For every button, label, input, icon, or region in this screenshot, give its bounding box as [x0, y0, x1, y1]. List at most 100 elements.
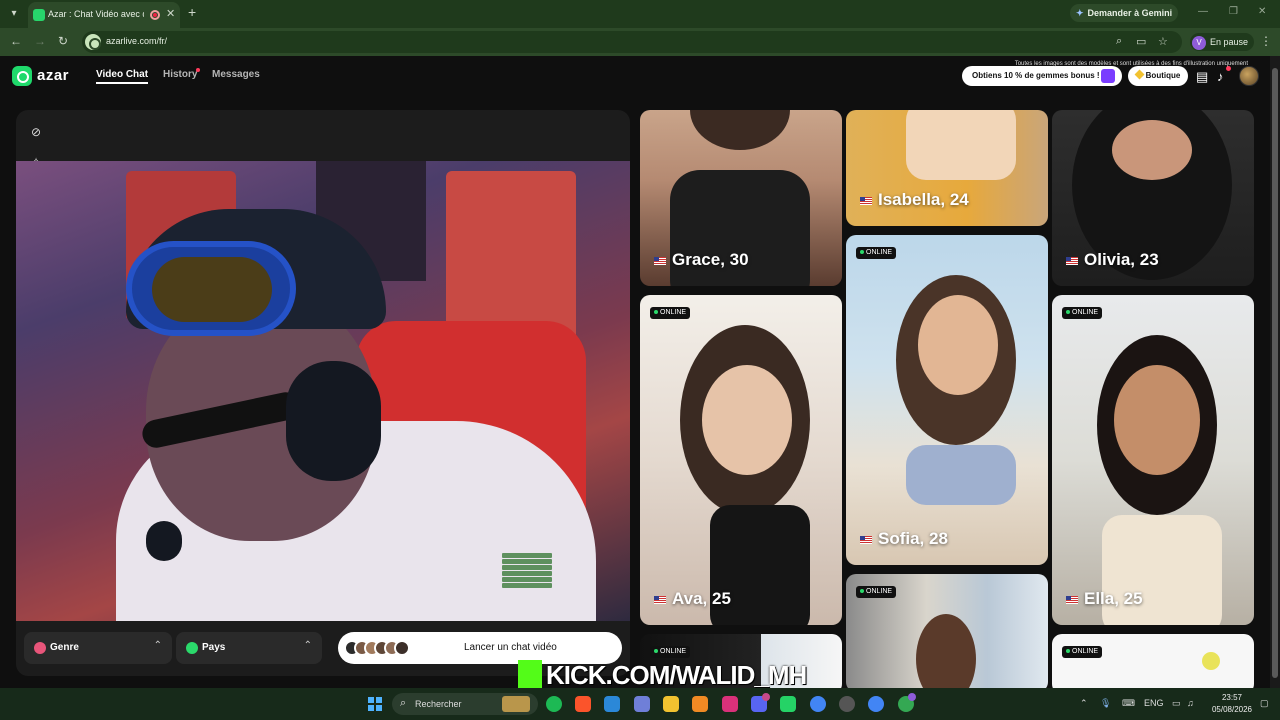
tab-search-icon[interactable]: ▾: [6, 6, 22, 22]
online-badge: ONLINE: [856, 586, 897, 598]
cast-icon[interactable]: ▭: [1136, 35, 1146, 48]
profile-card-next[interactable]: ONLINE: [1052, 634, 1254, 688]
zoom-icon[interactable]: ⌕: [1116, 35, 1122, 48]
camera-off-icon[interactable]: ⊘: [28, 124, 44, 140]
chat-line: [502, 559, 552, 564]
obs-icon[interactable]: [839, 696, 855, 712]
close-window-icon[interactable]: ✕: [1258, 6, 1266, 17]
spotify-icon[interactable]: [546, 696, 562, 712]
online-dot: [860, 589, 864, 594]
online-dot: [654, 649, 658, 654]
profile-name: Grace, 30: [654, 250, 749, 270]
user-avatar[interactable]: [1239, 66, 1259, 86]
windows-start-icon[interactable]: [368, 697, 382, 711]
azar-page: azar Video Chat History Messages Obtiens…: [0, 56, 1270, 688]
browser-menu-icon[interactable]: ⋮: [1260, 34, 1272, 48]
scroll-thumb[interactable]: [1272, 68, 1278, 678]
profile-card-olivia[interactable]: Olivia, 23: [1052, 110, 1254, 286]
chat-line: [502, 553, 552, 558]
us-flag-icon: [1066, 256, 1078, 265]
new-tab-icon[interactable]: +: [188, 4, 196, 20]
chrome-profile-icon[interactable]: [868, 696, 884, 712]
notification-icon[interactable]: ▢: [1260, 698, 1269, 709]
clock-date: 05/08/2026: [1211, 705, 1253, 714]
file-explorer-icon[interactable]: [663, 696, 679, 712]
profile-name: Olivia, 23: [1066, 250, 1159, 270]
nav-history[interactable]: History: [163, 69, 197, 80]
kick-url: KICK.COM/WALID_MH: [546, 660, 807, 690]
browser-tab[interactable]: Azar : Chat Vidéo avec de n ✕: [28, 2, 180, 28]
forward-icon[interactable]: →: [34, 34, 46, 48]
whatsapp-icon[interactable]: [780, 696, 796, 712]
taskbar-search[interactable]: ⌕ Rechercher: [392, 693, 538, 715]
azar-favicon-icon: [33, 9, 45, 21]
bookmark-star-icon[interactable]: ☆: [1158, 35, 1168, 48]
profile-card-ella[interactable]: ONLINE Ella, 25: [1052, 295, 1254, 625]
profile-button[interactable]: V En pause: [1190, 33, 1255, 51]
chrome-icon[interactable]: [810, 696, 826, 712]
chevron-up-icon: ⌃: [153, 640, 162, 651]
gemini-button[interactable]: ✦ Demander à Gemini: [1070, 4, 1179, 22]
kick-logo-icon: [518, 660, 542, 688]
profile-card-sofia[interactable]: ONLINE Sofia, 28: [846, 235, 1048, 565]
chat-line: [502, 577, 552, 582]
store-icon[interactable]: [634, 696, 650, 712]
tab-title: Azar : Chat Vidéo avec de n: [48, 9, 144, 19]
genre-filter[interactable]: Genre ⌃: [24, 632, 172, 664]
address-bar[interactable]: azarlive.com/fr/ ⌕ ▭ ☆: [82, 31, 1182, 53]
minimize-icon[interactable]: —: [1198, 6, 1208, 17]
clock-time: 23:57: [1221, 693, 1243, 702]
site-info-icon[interactable]: [85, 34, 101, 50]
brand-name: azar: [37, 67, 70, 84]
gem-icon: [1134, 69, 1145, 80]
close-tab-icon[interactable]: ✕: [166, 7, 175, 20]
us-flag-icon: [860, 196, 872, 205]
vlc-icon[interactable]: [692, 696, 708, 712]
bell-icon[interactable]: ♪: [1217, 69, 1224, 84]
chat-line: [502, 583, 552, 588]
bonus-gems-promo[interactable]: Obtiens 10 % de gemmes bonus !: [962, 66, 1122, 86]
browser-toolbar: ← → ↻ azarlive.com/fr/ ⌕ ▭ ☆ V En pause ⋮: [0, 28, 1280, 56]
tray-overflow-icon[interactable]: ⌃: [1080, 698, 1088, 709]
country-filter[interactable]: Pays ⌃: [176, 632, 322, 664]
language-indicator[interactable]: ENG: [1144, 698, 1164, 708]
profile-photo: [1052, 634, 1254, 688]
discord-badge: [762, 693, 770, 701]
recording-icon: [150, 10, 160, 20]
keyboard-icon[interactable]: ⌨: [1122, 698, 1135, 709]
genre-label: Genre: [50, 642, 79, 653]
goggles-lens: [152, 257, 272, 322]
url-text: azarlive.com/fr/: [106, 36, 168, 46]
instagram-icon[interactable]: [722, 696, 738, 712]
boutique-button[interactable]: Boutique: [1128, 66, 1188, 86]
us-flag-icon: [1066, 595, 1078, 604]
video-chat-panel: ⊘ ✧: [16, 110, 630, 676]
network-icon[interactable]: ▭: [1172, 698, 1181, 709]
reload-icon[interactable]: ↻: [58, 34, 68, 48]
profile-card-grace[interactable]: Grace, 30: [640, 110, 842, 286]
defender-icon[interactable]: [604, 696, 620, 712]
gender-icon: [34, 642, 46, 654]
profile-name: Ava, 25: [654, 589, 731, 609]
online-dot: [860, 250, 864, 255]
microphone-icon[interactable]: 🎙: [1100, 698, 1111, 709]
maximize-icon[interactable]: ❐: [1229, 6, 1238, 17]
profile-card-isabella[interactable]: Isabella, 24: [846, 110, 1048, 226]
profile-object: [1202, 652, 1220, 670]
inbox-icon[interactable]: ▤: [1196, 69, 1208, 85]
boutique-label: Boutique: [1145, 71, 1181, 80]
brave-icon[interactable]: [575, 696, 591, 712]
page-scrollbar[interactable]: [1270, 56, 1280, 688]
volume-icon[interactable]: ♫: [1187, 698, 1194, 708]
profile-card-ava[interactable]: ONLINE Ava, 25: [640, 295, 842, 625]
profile-name: Sofia, 28: [860, 529, 948, 549]
start-label: Lancer un chat vidéo: [464, 642, 557, 653]
nav-video-chat[interactable]: Video Chat: [96, 69, 149, 84]
profile-card-next[interactable]: ONLINE: [846, 574, 1048, 688]
back-icon[interactable]: ←: [10, 34, 22, 48]
nav-messages[interactable]: Messages: [212, 69, 260, 80]
taskbar-clock[interactable]: 23:57 05/08/2026: [1210, 692, 1254, 716]
online-badge: ONLINE: [856, 247, 897, 259]
disclaimer-text: Toutes les images sont des modèles et so…: [1014, 61, 1248, 67]
history-notification-dot: [196, 68, 200, 72]
